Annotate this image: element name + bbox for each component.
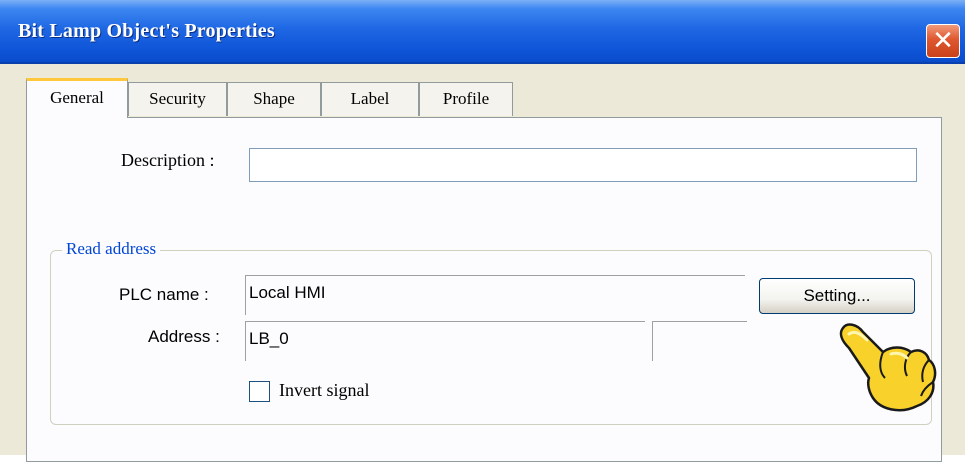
tab-profile[interactable]: Profile (419, 82, 513, 116)
window-title: Bit Lamp Object's Properties (18, 20, 275, 42)
description-label: Description : (121, 150, 215, 170)
title-bar[interactable]: Bit Lamp Object's Properties ✕ (0, 0, 965, 64)
description-input[interactable] (249, 148, 917, 182)
close-icon: ✕ (932, 26, 954, 56)
tab-general[interactable]: General (26, 78, 128, 118)
plc-name-label: PLC name : (119, 285, 209, 304)
close-button[interactable]: ✕ (926, 24, 960, 58)
address-label: Address : (148, 327, 220, 346)
plc-name-field[interactable]: Local HMI (245, 275, 745, 315)
tab-security[interactable]: Security (128, 82, 227, 116)
address-index-field[interactable] (652, 321, 747, 361)
invert-signal-label[interactable]: Invert signal (279, 380, 369, 401)
tab-label[interactable]: Label (321, 82, 419, 116)
address-field[interactable]: LB_0 (245, 321, 645, 361)
invert-signal-checkbox[interactable] (249, 381, 270, 402)
tab-shape[interactable]: Shape (227, 82, 321, 116)
setting-button[interactable]: Setting... (759, 278, 915, 314)
pointing-hand-icon (839, 323, 937, 412)
read-address-title: Read address (62, 239, 161, 259)
properties-dialog: Bit Lamp Object's Properties ✕ General S… (0, 0, 965, 462)
